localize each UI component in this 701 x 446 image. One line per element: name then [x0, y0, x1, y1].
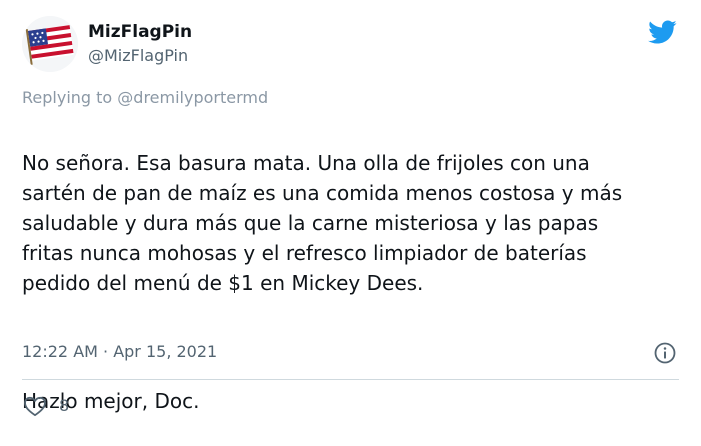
tweet-paragraph: Hazlo mejor, Doc.: [22, 389, 200, 413]
like-count: 8: [59, 396, 70, 415]
tweet-timestamp[interactable]: 12:22 AM · Apr 15, 2021: [22, 341, 217, 363]
reply-prefix: Replying to: [22, 88, 113, 107]
tweet-paragraph: No señora. Esa basura mata. Una olla de …: [22, 151, 623, 295]
tweet-card: MizFlagPin @MizFlagPin Replying to @drem…: [0, 0, 701, 433]
heart-icon[interactable]: [23, 395, 47, 417]
author-display-name[interactable]: MizFlagPin: [88, 21, 192, 43]
info-icon[interactable]: [653, 341, 677, 365]
divider: [22, 379, 679, 380]
american-flag-avatar-icon: [22, 16, 78, 72]
author-handle[interactable]: @MizFlagPin: [88, 45, 188, 67]
tweet-text: No señora. Esa basura mata. Una olla de …: [22, 118, 682, 446]
avatar[interactable]: [22, 16, 78, 72]
reply-context: Replying to @dremilyportermd: [22, 87, 268, 109]
reply-mention-link[interactable]: @dremilyportermd: [117, 88, 268, 107]
twitter-bird-icon[interactable]: [645, 17, 679, 47]
